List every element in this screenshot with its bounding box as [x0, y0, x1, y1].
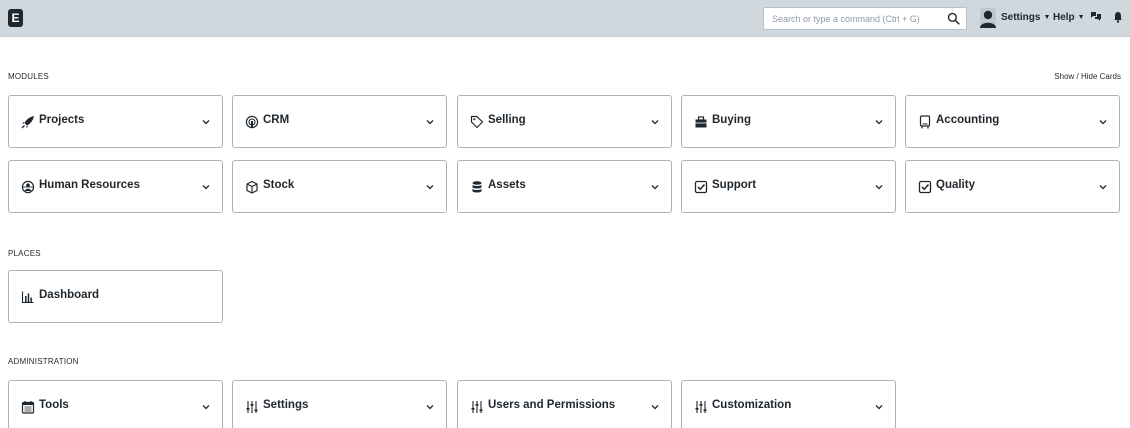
search-icon[interactable] — [947, 12, 960, 25]
chevron-down-icon — [875, 405, 883, 410]
app-logo[interactable]: E — [8, 9, 23, 27]
user-avatar[interactable] — [980, 8, 996, 28]
chevron-down-icon — [1099, 120, 1107, 125]
module-card-quality[interactable]: Quality — [905, 160, 1120, 213]
search-bar[interactable] — [763, 7, 967, 30]
module-card-label: Stock — [263, 179, 295, 191]
module-card-label: Support — [712, 179, 757, 191]
module-card-support[interactable]: Support — [681, 160, 896, 213]
admin-card-label: Customization — [712, 399, 792, 411]
chevron-down-icon — [426, 120, 434, 125]
caret-down-icon: ▼ — [1077, 14, 1085, 21]
place-card-label: Dashboard — [39, 289, 100, 301]
calendar-icon — [21, 400, 35, 414]
top-navbar: E Settings▼ Help▼ — [0, 0, 1130, 37]
database-icon — [470, 180, 484, 194]
administration-heading: ADMINISTRATION — [8, 357, 79, 366]
chevron-down-icon — [651, 185, 659, 190]
admin-card-customization[interactable]: Customization — [681, 380, 896, 428]
module-card-crm[interactable]: CRM — [232, 95, 447, 148]
admin-card-users-and-permissions[interactable]: Users and Permissions — [457, 380, 672, 428]
module-card-selling[interactable]: Selling — [457, 95, 672, 148]
settings-dropdown-label: Settings — [1001, 12, 1041, 23]
modules-heading: MODULES — [8, 72, 49, 81]
help-dropdown-label: Help — [1053, 12, 1075, 23]
sliders-icon — [245, 400, 259, 414]
admin-card-settings[interactable]: Settings — [232, 380, 447, 428]
module-card-label: Human Resources — [39, 179, 140, 191]
users-icon — [21, 180, 35, 194]
module-card-label: Projects — [39, 114, 85, 126]
chevron-down-icon — [202, 405, 210, 410]
module-card-stock[interactable]: Stock — [232, 160, 447, 213]
crm-icon — [245, 115, 259, 129]
notification-bell-icon[interactable] — [1112, 11, 1124, 23]
admin-card-label: Settings — [263, 399, 309, 411]
tag-icon — [470, 115, 484, 129]
module-card-accounting[interactable]: Accounting — [905, 95, 1120, 148]
bar-chart-icon — [21, 290, 35, 304]
box-icon — [245, 180, 259, 194]
module-card-human-resources[interactable]: Human Resources — [8, 160, 223, 213]
places-heading: PLACES — [8, 249, 41, 258]
comments-icon[interactable] — [1090, 11, 1102, 23]
module-card-label: CRM — [263, 114, 290, 126]
rocket-icon — [21, 115, 35, 129]
sliders-icon — [470, 400, 484, 414]
chevron-down-icon — [202, 185, 210, 190]
chevron-down-icon — [651, 120, 659, 125]
show-hide-cards-link[interactable]: Show / Hide Cards — [1054, 72, 1121, 81]
caret-down-icon: ▼ — [1043, 14, 1051, 21]
chevron-down-icon — [875, 120, 883, 125]
check-square-icon — [918, 180, 932, 194]
user-avatar-icon — [980, 8, 996, 28]
help-dropdown[interactable]: Help ▼ — [1053, 12, 1085, 23]
search-input[interactable] — [764, 8, 944, 29]
module-card-assets[interactable]: Assets — [457, 160, 672, 213]
settings-dropdown[interactable]: Settings ▼ — [1001, 12, 1050, 23]
briefcase-icon — [694, 115, 708, 129]
check-square-icon — [694, 180, 708, 194]
chevron-down-icon — [651, 405, 659, 410]
chevron-down-icon — [875, 185, 883, 190]
chevron-down-icon — [426, 405, 434, 410]
module-card-buying[interactable]: Buying — [681, 95, 896, 148]
module-card-projects[interactable]: Projects — [8, 95, 223, 148]
book-icon — [918, 115, 932, 129]
admin-card-label: Tools — [39, 399, 69, 411]
chevron-down-icon — [1099, 185, 1107, 190]
module-card-label: Buying — [712, 114, 751, 126]
admin-card-label: Users and Permissions — [488, 399, 616, 411]
admin-card-tools[interactable]: Tools — [8, 380, 223, 428]
chevron-down-icon — [426, 185, 434, 190]
module-card-label: Selling — [488, 114, 526, 126]
module-card-label: Accounting — [936, 114, 1000, 126]
module-card-label: Quality — [936, 179, 975, 191]
chevron-down-icon — [202, 120, 210, 125]
sliders-icon — [694, 400, 708, 414]
place-card-dashboard[interactable]: Dashboard — [8, 270, 223, 323]
module-card-label: Assets — [488, 179, 526, 191]
